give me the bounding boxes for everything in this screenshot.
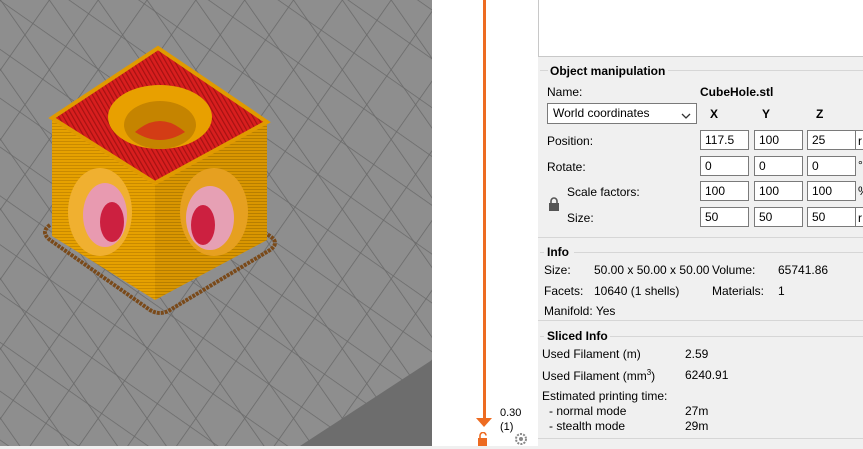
scale-unit: % [858, 184, 863, 198]
stealth-mode-value: 29m [685, 419, 709, 433]
layer-height-label: 0.30 [500, 407, 522, 419]
info-title: Info [547, 245, 569, 259]
layer-slider-handle[interactable] [476, 418, 492, 427]
gear-icon[interactable] [514, 432, 528, 449]
normal-mode-value: 27m [685, 404, 709, 418]
print-bed-scene [0, 0, 432, 446]
object-name-value: CubeHole.stl [700, 85, 774, 99]
scale-factors-label: Scale factors: [567, 185, 640, 199]
filament-m-value: 2.59 [685, 347, 709, 361]
layer-number-label: (1) [500, 421, 514, 433]
info-manifold-key: Manifold: [544, 304, 593, 318]
rotate-y-input[interactable]: 0 [754, 156, 803, 176]
position-label: Position: [547, 134, 594, 148]
scale-z-input[interactable]: 100 [807, 181, 856, 201]
object-list-box[interactable] [538, 0, 863, 57]
rotate-unit: ° [858, 158, 863, 172]
position-z-input[interactable]: 25 [807, 130, 856, 150]
position-unit: r [858, 134, 862, 148]
filament-m-label: Used Filament (m) [542, 347, 641, 361]
object-manipulation-title: Object manipulation [550, 64, 666, 78]
unlock-icon[interactable] [476, 431, 490, 449]
3d-viewport[interactable] [0, 0, 432, 446]
coordinates-select-value: World coordinates [553, 106, 650, 120]
rotate-x-input[interactable]: 0 [700, 156, 749, 176]
position-y-input[interactable]: 100 [754, 130, 803, 150]
rotate-label: Rotate: [547, 160, 586, 174]
coordinates-select[interactable]: World coordinates [547, 103, 697, 124]
position-x-input[interactable]: 117.5 [700, 130, 749, 150]
size-label: Size: [567, 211, 594, 225]
size-x-input[interactable]: 50 [700, 207, 749, 227]
scale-x-input[interactable]: 100 [700, 181, 749, 201]
filament-mm3-text: Used Filament (mm [542, 369, 647, 383]
filament-mm3-label: Used Filament (mm3) [542, 368, 655, 383]
size-z-input[interactable]: 50 [807, 207, 856, 227]
info-size-value: 50.00 x 50.00 x 50.00 [594, 263, 710, 277]
lock-icon[interactable] [548, 197, 560, 214]
axis-x-label: X [710, 107, 719, 121]
axis-y-label: Y [762, 107, 771, 121]
est-time-label: Estimated printing time: [542, 389, 668, 403]
info-volume-label: Volume: [712, 263, 756, 277]
filament-mm3-close: ) [651, 369, 656, 383]
info-volume-value: 65741.86 [778, 263, 829, 277]
info-materials-value: 1 [778, 284, 785, 298]
info-size-label: Size: [544, 263, 571, 277]
info-facets-value: 10640 (1 shells) [594, 284, 680, 298]
axis-z-label: Z [816, 107, 824, 121]
chevron-down-icon [681, 108, 691, 127]
info-materials-label: Materials: [712, 284, 765, 298]
info-manifold-value: Yes [595, 304, 616, 318]
sliced-info-title: Sliced Info [547, 329, 608, 343]
size-y-input[interactable]: 50 [754, 207, 803, 227]
size-unit: r [858, 211, 862, 225]
rotate-z-input[interactable]: 0 [807, 156, 856, 176]
normal-mode-label: - normal mode [549, 404, 627, 418]
scale-y-input[interactable]: 100 [754, 181, 803, 201]
filament-mm3-value: 6240.91 [685, 368, 729, 382]
name-label: Name: [547, 85, 583, 99]
stealth-mode-label: - stealth mode [549, 419, 626, 433]
info-facets-label: Facets: [544, 284, 584, 298]
layer-slider-track[interactable] [483, 0, 486, 418]
info-manifold-label: Manifold: Yes [544, 304, 615, 318]
